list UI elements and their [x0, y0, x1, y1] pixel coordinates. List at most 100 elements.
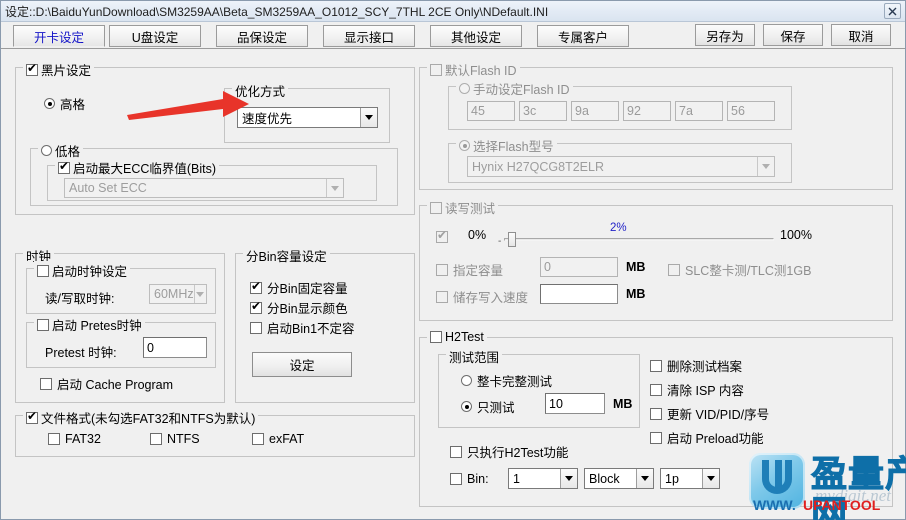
read-write-test-checkbox[interactable]	[430, 201, 442, 214]
chevron-down-icon[interactable]	[757, 157, 774, 176]
slc-tlc-checkbox[interactable]	[668, 263, 680, 276]
tab-display-port[interactable]: 显示接口	[323, 25, 415, 47]
bin-unit-combo[interactable]: Block	[584, 468, 654, 489]
tab-udisk-shezhi[interactable]: U盘设定	[109, 25, 201, 47]
bin-set-button[interactable]: 设定	[252, 352, 352, 377]
group-caption-manual-flash-id[interactable]: 手动设定Flash ID	[456, 79, 573, 98]
slider-track[interactable]	[504, 238, 774, 241]
cancel-button[interactable]: 取消	[831, 24, 891, 46]
group-caption-enable-clock[interactable]: 启动时钟设定	[34, 261, 131, 280]
exfat-row[interactable]: exFAT	[252, 432, 304, 446]
low-grade-radio[interactable]	[41, 145, 52, 156]
chevron-down-icon[interactable]	[326, 179, 343, 197]
chevron-down-icon[interactable]	[360, 108, 377, 127]
enable-clock-checkbox[interactable]	[37, 264, 49, 277]
chevron-down-icon[interactable]	[636, 469, 653, 488]
flash-id-byte-2[interactable]: 9a	[571, 101, 619, 121]
fat32-row[interactable]: FAT32	[48, 432, 101, 446]
save-as-button[interactable]: 另存为	[695, 24, 755, 46]
group-caption-enable-pretest[interactable]: 启动 Pretes时钟	[34, 315, 145, 334]
file-format-checkbox[interactable]	[26, 410, 38, 424]
flash-id-byte-0[interactable]: 45	[467, 101, 515, 121]
exfat-checkbox[interactable]	[252, 433, 264, 445]
chevron-down-icon[interactable]	[560, 469, 577, 488]
bin-fixed-capacity-checkbox[interactable]	[250, 280, 262, 294]
black-chip-checkbox[interactable]	[26, 62, 38, 76]
store-write-speed-input[interactable]	[540, 284, 618, 304]
tab-pinbao-shezhi[interactable]: 品保设定	[216, 25, 308, 47]
fat32-checkbox[interactable]	[48, 433, 60, 445]
chevron-down-icon[interactable]	[702, 469, 719, 488]
store-write-speed-row[interactable]: 储存写入速度	[436, 287, 528, 306]
full-card-test-radio[interactable]	[461, 375, 472, 386]
pretest-clock-input[interactable]: 0	[143, 337, 207, 358]
slc-tlc-row[interactable]: SLC整卡测/TLC测1GB	[668, 260, 811, 279]
flash-model-combo[interactable]: Hynix H27QCG8T2ELR	[467, 156, 775, 177]
optimize-mode-combo[interactable]: 速度优先	[237, 107, 378, 128]
max-ecc-checkbox[interactable]	[58, 160, 70, 174]
select-flash-model-radio[interactable]	[459, 140, 470, 151]
clear-isp-row[interactable]: 清除 ISP 内容	[650, 380, 744, 399]
enable-preload-row[interactable]: 启动 Preload功能	[650, 428, 764, 447]
tab-other-shezhi[interactable]: 其他设定	[430, 25, 522, 47]
specify-capacity-checkbox[interactable]	[436, 263, 448, 276]
flash-id-byte-1[interactable]: 3c	[519, 101, 567, 121]
ntfs-checkbox[interactable]	[150, 433, 162, 445]
close-icon[interactable]	[884, 3, 901, 19]
rw-test-slider[interactable]: -	[498, 230, 774, 248]
group-caption-black-chip[interactable]: 黑片设定	[23, 60, 95, 79]
delete-test-file-checkbox[interactable]	[650, 359, 662, 372]
bin-show-color-row[interactable]: 分Bin显示颜色	[250, 298, 348, 317]
store-write-speed-checkbox[interactable]	[436, 290, 448, 303]
manual-flash-id-radio[interactable]	[459, 83, 470, 94]
group-caption-select-flash-model[interactable]: 选择Flash型号	[456, 136, 557, 155]
chevron-down-icon[interactable]	[193, 285, 206, 303]
group-caption-default-flash-id[interactable]: 默认Flash ID	[427, 60, 520, 79]
delete-test-file-row[interactable]: 删除测试档案	[650, 356, 742, 375]
group-caption-read-write-test[interactable]: 读写测试	[427, 198, 499, 217]
only-h2test-checkbox[interactable]	[450, 445, 462, 458]
high-grade-radio-row[interactable]: 高格	[44, 94, 85, 113]
ecc-value-combo[interactable]: Auto Set ECC	[64, 178, 344, 198]
tab-kaika-shezhi[interactable]: 开卡设定	[13, 25, 105, 47]
cache-program-row[interactable]: 启动 Cache Program	[40, 374, 173, 393]
cache-program-checkbox[interactable]	[40, 377, 52, 390]
update-vid-pid-checkbox[interactable]	[650, 407, 662, 420]
only-test-radio[interactable]	[461, 401, 472, 412]
update-vid-pid-row[interactable]: 更新 VID/PID/序号	[650, 404, 769, 423]
bin-fixed-capacity-row[interactable]: 分Bin固定容量	[250, 278, 348, 297]
flash-id-byte-3[interactable]: 92	[623, 101, 671, 121]
group-caption-file-format[interactable]: 文件格式(未勾选FAT32和NTFS为默认)	[23, 408, 259, 427]
bin1-undefined-row[interactable]: 启动Bin1不定容	[250, 318, 355, 337]
high-grade-radio[interactable]	[44, 98, 55, 109]
only-test-row[interactable]: 只测试	[461, 397, 515, 416]
bin-show-color-checkbox[interactable]	[250, 300, 262, 314]
specify-capacity-row[interactable]: 指定容量	[436, 260, 503, 279]
h2test-checkbox[interactable]	[430, 331, 442, 343]
ntfs-row[interactable]: NTFS	[150, 432, 200, 446]
enable-preload-checkbox[interactable]	[650, 431, 662, 444]
specify-capacity-input[interactable]: 0	[540, 257, 618, 277]
full-card-test-row[interactable]: 整卡完整测试	[461, 371, 552, 390]
group-caption-h2test[interactable]: H2Test	[427, 330, 487, 344]
bin1-undefined-checkbox[interactable]	[250, 321, 262, 334]
only-test-input[interactable]: 10	[545, 393, 605, 414]
flash-id-byte-4[interactable]: 7a	[675, 101, 723, 121]
bin-row-checkbox[interactable]	[450, 473, 462, 485]
flash-id-byte-5[interactable]: 56	[727, 101, 775, 121]
clear-isp-checkbox[interactable]	[650, 383, 662, 396]
bin-count-combo[interactable]: 1p	[660, 468, 720, 489]
only-h2test-row[interactable]: 只执行H2Test功能	[450, 442, 568, 461]
rw-slider-enable-row[interactable]	[436, 229, 448, 243]
tab-exclusive-customer[interactable]: 专属客户	[537, 25, 629, 47]
enable-pretest-checkbox[interactable]	[37, 318, 49, 331]
bin-number-combo[interactable]: 1	[508, 468, 578, 489]
save-button[interactable]: 保存	[763, 24, 823, 46]
group-caption-max-ecc[interactable]: 启动最大ECC临界值(Bits)	[55, 158, 220, 177]
default-flash-id-checkbox[interactable]	[430, 63, 442, 76]
rw-clock-combo[interactable]: 60MHz	[149, 284, 207, 304]
rw-slider-enable-checkbox[interactable]	[436, 229, 448, 243]
only-test-unit: MB	[613, 397, 633, 411]
slider-thumb[interactable]	[508, 232, 516, 247]
bin-row-checkbox-cell[interactable]: Bin:	[450, 472, 489, 486]
